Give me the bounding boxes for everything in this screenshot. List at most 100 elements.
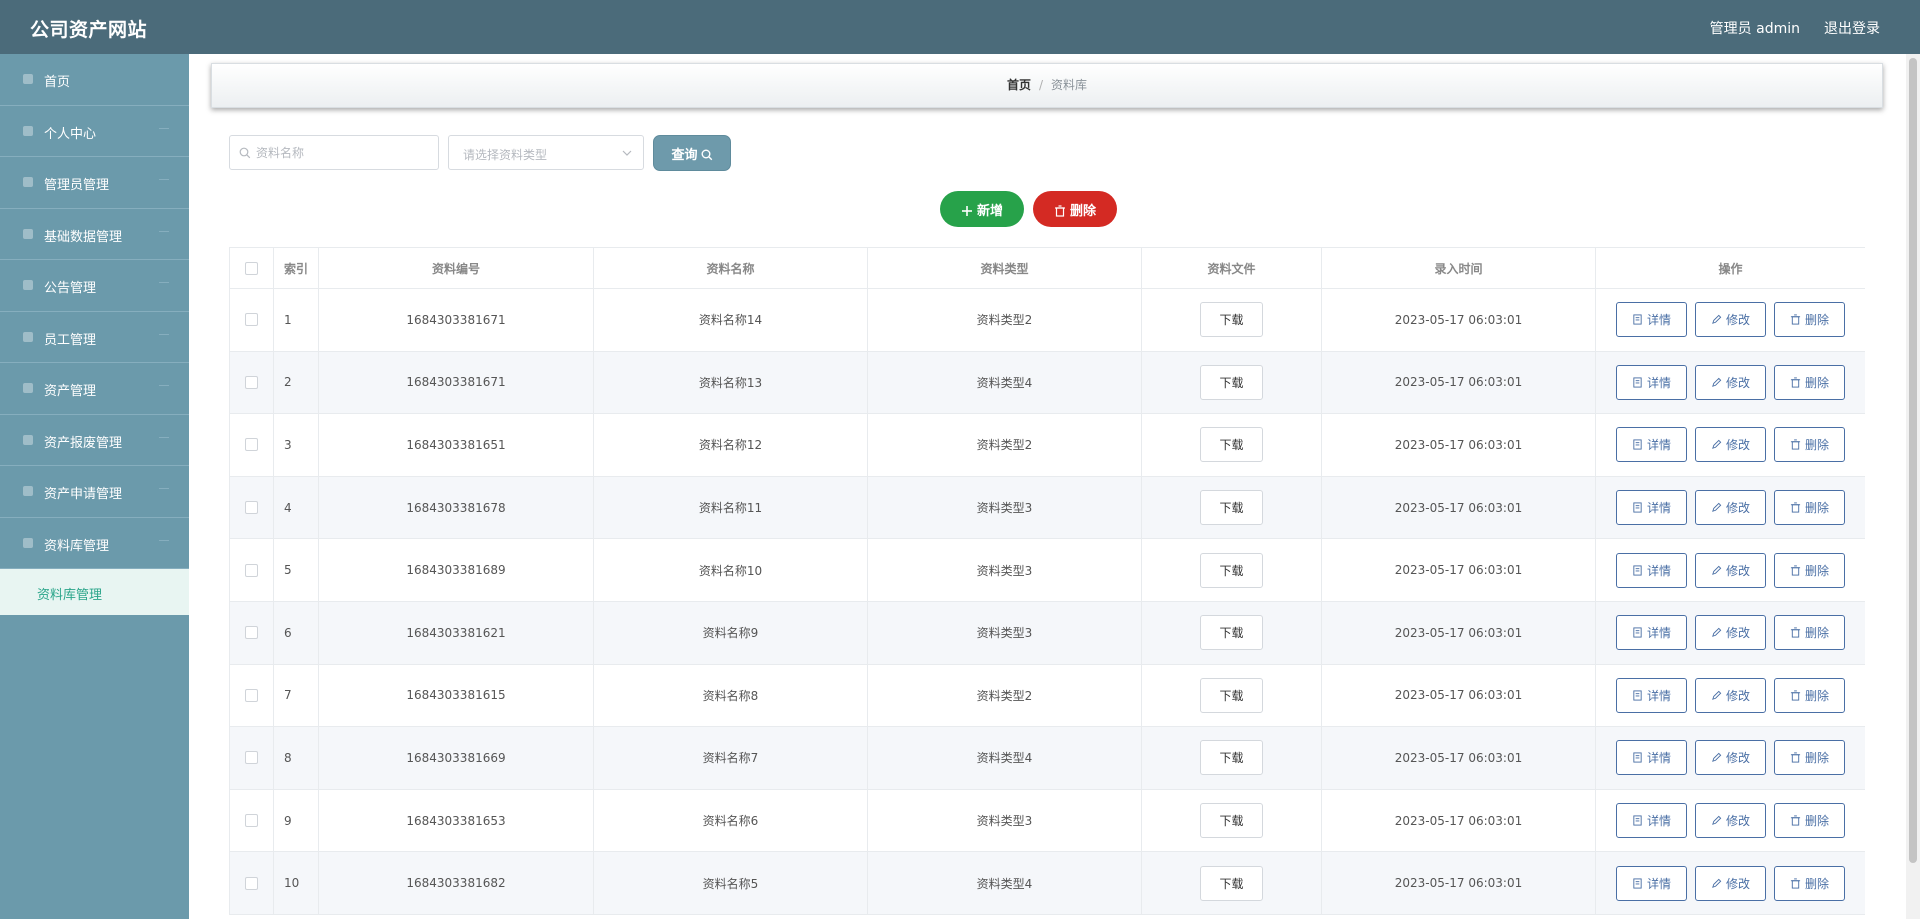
- detail-button[interactable]: 详情: [1616, 740, 1687, 776]
- row-delete-button[interactable]: 删除: [1774, 427, 1845, 463]
- detail-button[interactable]: 详情: [1616, 803, 1687, 839]
- type-select[interactable]: 请选择资料类型: [448, 135, 644, 170]
- detail-label: 详情: [1646, 438, 1671, 453]
- row-checkbox[interactable]: [245, 876, 258, 890]
- sidebar-item-label: 个人中心: [44, 126, 97, 142]
- detail-button[interactable]: 详情: [1616, 552, 1687, 588]
- cell-type: 资料类型2: [868, 414, 1142, 476]
- query-button[interactable]: 查询: [653, 135, 731, 171]
- detail-button[interactable]: 详情: [1616, 364, 1687, 400]
- detail-button[interactable]: 详情: [1616, 677, 1687, 713]
- row-checkbox[interactable]: [245, 814, 258, 828]
- download-button[interactable]: 下载: [1200, 865, 1263, 901]
- row-checkbox[interactable]: [245, 563, 258, 577]
- row-delete-button[interactable]: 删除: [1774, 490, 1845, 526]
- sidebar-item-6[interactable]: 资产管理: [0, 363, 189, 415]
- sidebar-item-5[interactable]: 员工管理: [0, 312, 189, 363]
- trash-icon: [1790, 502, 1801, 513]
- select-all-checkbox[interactable]: [245, 261, 258, 275]
- sidebar-item-2[interactable]: 管理员管理: [0, 157, 189, 209]
- cell-code: 1684303381615: [319, 664, 594, 727]
- cell-type: 资料类型3: [868, 601, 1142, 664]
- row-checkbox[interactable]: [245, 313, 258, 327]
- sidebar-item-9[interactable]: 资料库管理: [0, 518, 189, 569]
- edit-label: 修改: [1725, 313, 1750, 328]
- logout-link[interactable]: 退出登录: [1824, 18, 1880, 38]
- edit-button[interactable]: 修改: [1695, 865, 1766, 901]
- name-search-input[interactable]: [256, 136, 436, 169]
- row-delete-button[interactable]: 删除: [1774, 803, 1845, 839]
- edit-label: 修改: [1725, 814, 1750, 829]
- header-code: 资料编号: [319, 248, 594, 288]
- submenu-indicator: [159, 230, 169, 232]
- download-button[interactable]: 下载: [1200, 615, 1263, 651]
- data-icon: [22, 228, 34, 240]
- breadcrumb-home[interactable]: 首页: [1007, 78, 1031, 92]
- sidebar-subitem-library[interactable]: 资料库管理: [0, 569, 189, 615]
- header-time: 录入时间: [1322, 248, 1596, 288]
- table-row: 7 1684303381615 资料名称8 资料类型2 下载 2023-05-17 06:…: [229, 664, 1865, 728]
- delete-label: 删除: [1804, 375, 1829, 390]
- trash-icon: [1790, 565, 1801, 576]
- cell-type: 资料类型4: [868, 351, 1142, 414]
- detail-button[interactable]: 详情: [1616, 427, 1687, 463]
- download-button[interactable]: 下载: [1200, 740, 1263, 776]
- row-checkbox[interactable]: [245, 501, 258, 515]
- edit-button[interactable]: 修改: [1695, 615, 1766, 651]
- row-checkbox[interactable]: [245, 438, 258, 452]
- sidebar-item-0[interactable]: 首页: [0, 54, 189, 106]
- row-checkbox[interactable]: [245, 688, 258, 702]
- submenu-indicator: [159, 333, 169, 335]
- detail-button[interactable]: 详情: [1616, 302, 1687, 338]
- edit-button[interactable]: 修改: [1695, 427, 1766, 463]
- row-delete-button[interactable]: 删除: [1774, 552, 1845, 588]
- detail-button[interactable]: 详情: [1616, 490, 1687, 526]
- edit-button[interactable]: 修改: [1695, 552, 1766, 588]
- row-delete-button[interactable]: 删除: [1774, 677, 1845, 713]
- add-button[interactable]: 新增: [940, 191, 1024, 227]
- download-button[interactable]: 下载: [1200, 427, 1263, 463]
- row-checkbox[interactable]: [245, 626, 258, 640]
- scrollbar-thumb[interactable]: [1909, 58, 1917, 863]
- sidebar-item-1[interactable]: 个人中心: [0, 106, 189, 157]
- detail-button[interactable]: 详情: [1616, 615, 1687, 651]
- document-icon: [1633, 565, 1642, 576]
- row-delete-button[interactable]: 删除: [1774, 740, 1845, 776]
- sidebar-item-4[interactable]: 公告管理: [0, 260, 189, 312]
- cell-time: 2023-05-17 06:03:01: [1322, 289, 1596, 351]
- edit-button[interactable]: 修改: [1695, 803, 1766, 839]
- download-button[interactable]: 下载: [1200, 803, 1263, 839]
- table-row: 5 1684303381689 资料名称10 资料类型3 下载 2023-05-17 06…: [229, 539, 1865, 602]
- download-button[interactable]: 下载: [1200, 552, 1263, 588]
- row-checkbox[interactable]: [245, 375, 258, 389]
- name-search-box[interactable]: [229, 135, 439, 170]
- row-delete-button[interactable]: 删除: [1774, 615, 1845, 651]
- detail-button[interactable]: 详情: [1616, 865, 1687, 901]
- detail-label: 详情: [1646, 313, 1671, 328]
- download-button[interactable]: 下载: [1200, 490, 1263, 526]
- sidebar-item-8[interactable]: 资产申请管理: [0, 466, 189, 518]
- home-icon: [22, 73, 34, 85]
- row-delete-button[interactable]: 删除: [1774, 865, 1845, 901]
- download-button[interactable]: 下载: [1200, 677, 1263, 713]
- cell-code: 1684303381678: [319, 476, 594, 539]
- download-button[interactable]: 下载: [1200, 302, 1263, 338]
- sidebar-item-label: 管理员管理: [44, 178, 110, 193]
- cell-name: 资料名称13: [594, 351, 868, 414]
- edit-button[interactable]: 修改: [1695, 302, 1766, 338]
- row-delete-button[interactable]: 删除: [1774, 302, 1845, 338]
- delete-label: 删除: [1804, 814, 1829, 829]
- sidebar-item-7[interactable]: 资产报废管理: [0, 415, 189, 466]
- page-scrollbar[interactable]: [1906, 54, 1920, 919]
- sidebar-item-3[interactable]: 基础数据管理: [0, 209, 189, 260]
- row-checkbox[interactable]: [245, 751, 258, 765]
- edit-button[interactable]: 修改: [1695, 677, 1766, 713]
- edit-button[interactable]: 修改: [1695, 364, 1766, 400]
- row-delete-button[interactable]: 删除: [1774, 364, 1845, 400]
- edit-button[interactable]: 修改: [1695, 740, 1766, 776]
- sidebar-item-label: 公告管理: [44, 281, 97, 296]
- document-icon: [1633, 502, 1642, 513]
- batch-delete-button[interactable]: 删除: [1033, 191, 1117, 227]
- download-button[interactable]: 下载: [1200, 364, 1263, 400]
- edit-button[interactable]: 修改: [1695, 490, 1766, 526]
